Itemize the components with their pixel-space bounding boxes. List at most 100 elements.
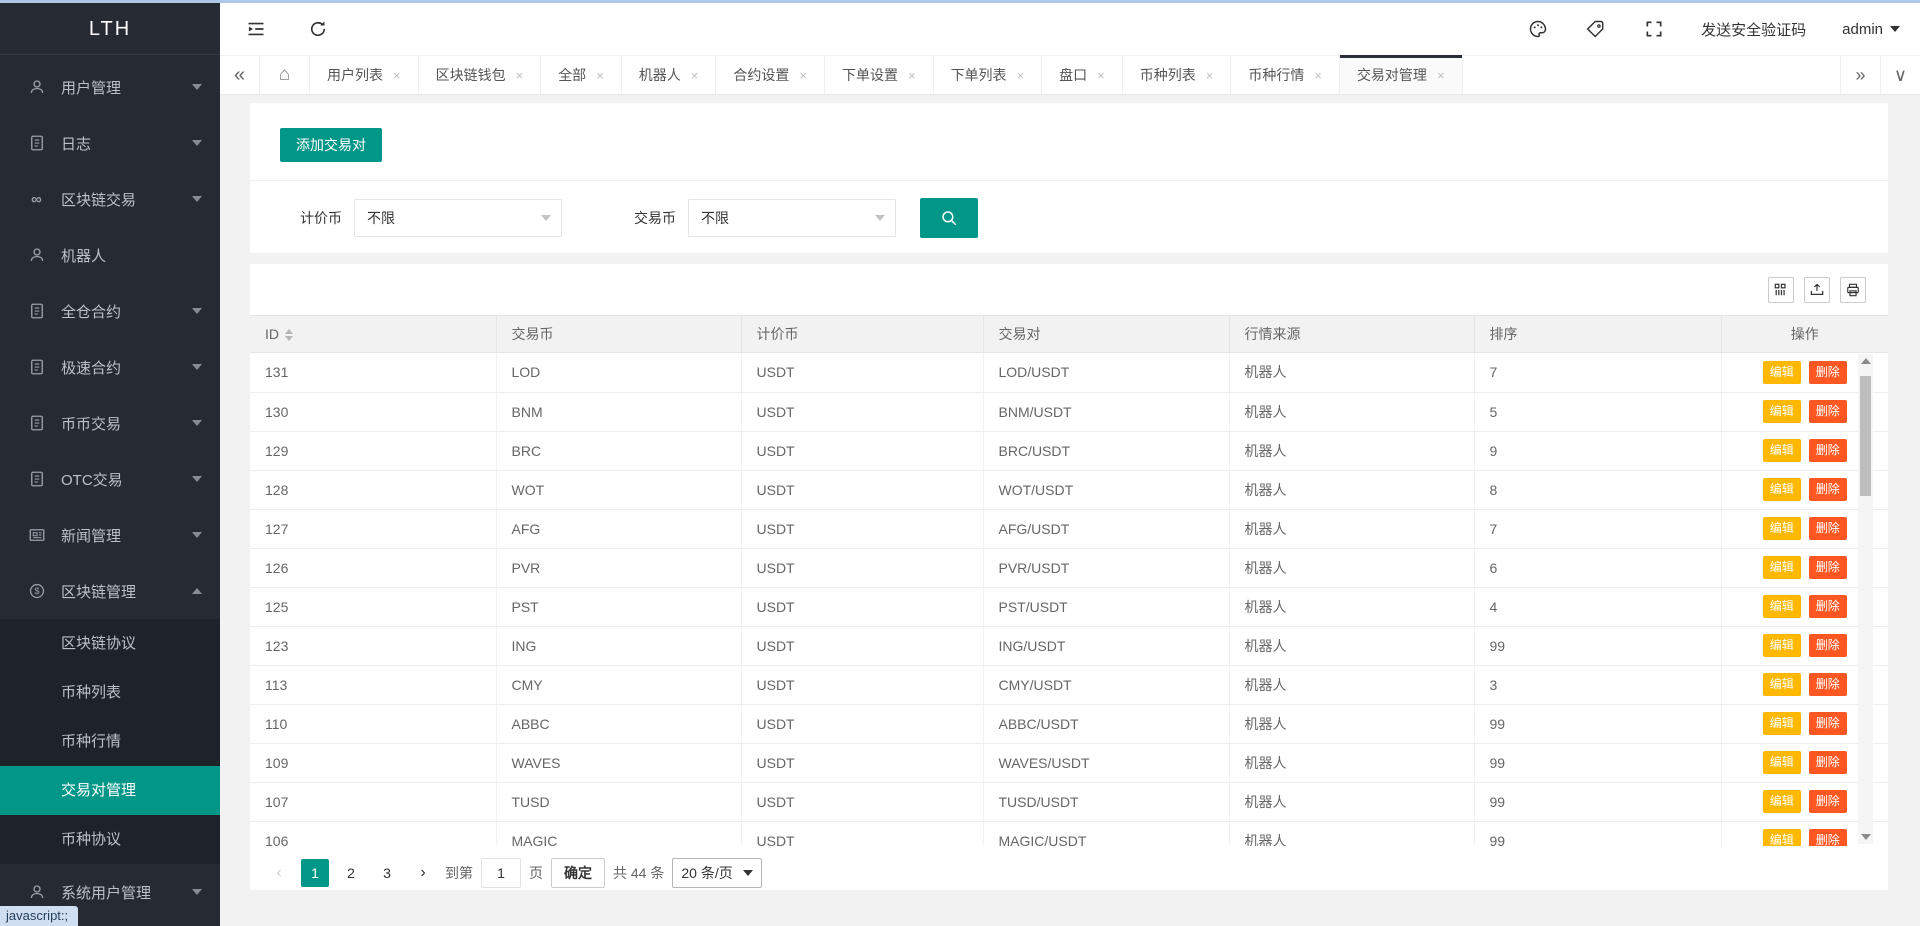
edit-button[interactable]: 编辑 xyxy=(1763,517,1801,540)
delete-button[interactable]: 删除 xyxy=(1809,790,1847,813)
close-tab-icon[interactable]: × xyxy=(799,68,807,83)
scroll-down-icon[interactable] xyxy=(1858,830,1873,844)
delete-button[interactable]: 删除 xyxy=(1809,751,1847,774)
tab-9[interactable]: 币种行情× xyxy=(1231,56,1340,94)
table-body-scroll-area[interactable]: 131LODUSDTLOD/USDT机器人7编辑删除130BNMUSDTBNM/… xyxy=(250,353,1888,846)
close-tab-icon[interactable]: × xyxy=(1097,68,1105,83)
tab-8[interactable]: 币种列表× xyxy=(1123,56,1232,94)
add-pair-button[interactable]: 添加交易对 xyxy=(280,128,382,162)
per-page-select[interactable]: 20 条/页 xyxy=(672,858,761,888)
tab-1[interactable]: 区块链钱包× xyxy=(419,56,542,94)
close-tab-icon[interactable]: × xyxy=(908,68,916,83)
scrollbar-thumb[interactable] xyxy=(1860,376,1871,496)
sidebar-item-4[interactable]: 全仓合约 xyxy=(0,283,220,339)
delete-button[interactable]: 删除 xyxy=(1809,361,1847,384)
home-tab-icon[interactable]: ⌂ xyxy=(260,56,310,94)
sidebar-subitem[interactable]: 币种行情 xyxy=(0,717,220,766)
edit-button[interactable]: 编辑 xyxy=(1763,712,1801,735)
edit-button[interactable]: 编辑 xyxy=(1763,556,1801,579)
close-tab-icon[interactable]: × xyxy=(1437,68,1445,83)
edit-button[interactable]: 编辑 xyxy=(1763,751,1801,774)
tabs-scroll-left-icon[interactable]: « xyxy=(220,56,260,94)
cell-id: 131 xyxy=(250,353,496,392)
sidebar-item-8[interactable]: 新闻管理 xyxy=(0,507,220,563)
tab-4[interactable]: 合约设置× xyxy=(716,56,825,94)
edit-button[interactable]: 编辑 xyxy=(1763,439,1801,462)
edit-button[interactable]: 编辑 xyxy=(1763,790,1801,813)
edit-button[interactable]: 编辑 xyxy=(1763,673,1801,696)
edit-button[interactable]: 编辑 xyxy=(1763,400,1801,423)
edit-button[interactable]: 编辑 xyxy=(1763,361,1801,384)
tab-5[interactable]: 下单设置× xyxy=(825,56,934,94)
delete-button[interactable]: 删除 xyxy=(1809,634,1847,657)
sidebar-subitem[interactable]: 区块链协议 xyxy=(0,619,220,668)
sidebar-subitem[interactable]: 币种协议 xyxy=(0,815,220,864)
tab-3[interactable]: 机器人× xyxy=(622,56,717,94)
sidebar-item-7[interactable]: OTC交易 xyxy=(0,451,220,507)
goto-page-input[interactable] xyxy=(481,858,521,888)
edit-button[interactable]: 编辑 xyxy=(1763,634,1801,657)
cell-sort: 7 xyxy=(1474,509,1721,548)
close-tab-icon[interactable]: × xyxy=(1206,68,1214,83)
sidebar-subitem-active[interactable]: 交易对管理 xyxy=(0,766,220,815)
tab-10-active[interactable]: 交易对管理× xyxy=(1340,56,1463,94)
tab-2[interactable]: 全部× xyxy=(541,56,622,94)
page-unit-label: 页 xyxy=(529,863,543,883)
search-button[interactable] xyxy=(920,198,978,238)
columns-filter-icon[interactable] xyxy=(1768,277,1794,303)
page-number-2[interactable]: 2 xyxy=(337,859,365,887)
close-tab-icon[interactable]: × xyxy=(691,68,699,83)
delete-button[interactable]: 删除 xyxy=(1809,556,1847,579)
edit-button[interactable]: 编辑 xyxy=(1763,595,1801,618)
tab-7[interactable]: 盘口× xyxy=(1042,56,1123,94)
close-tab-icon[interactable]: × xyxy=(1314,68,1322,83)
close-tab-icon[interactable]: × xyxy=(596,68,604,83)
user-menu[interactable]: admin xyxy=(1842,21,1900,38)
sidebar-item-9[interactable]: $区块链管理 xyxy=(0,563,220,619)
delete-button[interactable]: 删除 xyxy=(1809,517,1847,540)
tabs-menu-icon[interactable]: ∨ xyxy=(1880,56,1920,94)
tab-bar: « ⌂ 用户列表×区块链钱包×全部×机器人×合约设置×下单设置×下单列表×盘口×… xyxy=(220,55,1920,95)
sidebar-item-0[interactable]: 用户管理 xyxy=(0,59,220,115)
vertical-scrollbar[interactable] xyxy=(1858,354,1873,844)
delete-button[interactable]: 删除 xyxy=(1809,712,1847,735)
goto-confirm-button[interactable]: 确定 xyxy=(551,858,605,888)
menu-fold-icon[interactable] xyxy=(245,18,267,40)
fullscreen-icon[interactable] xyxy=(1643,18,1665,40)
sidebar-item-2[interactable]: ∞区块链交易 xyxy=(0,171,220,227)
scroll-up-icon[interactable] xyxy=(1858,354,1873,368)
table-row: 127AFGUSDTAFG/USDT机器人7编辑删除 xyxy=(250,509,1888,548)
delete-button[interactable]: 删除 xyxy=(1809,439,1847,462)
close-tab-icon[interactable]: × xyxy=(393,68,401,83)
delete-button[interactable]: 删除 xyxy=(1809,673,1847,696)
tab-0[interactable]: 用户列表× xyxy=(310,56,419,94)
refresh-icon[interactable] xyxy=(307,18,329,40)
close-tab-icon[interactable]: × xyxy=(516,68,524,83)
news-icon xyxy=(27,526,46,545)
sidebar-item-1[interactable]: 日志 xyxy=(0,115,220,171)
delete-button[interactable]: 删除 xyxy=(1809,595,1847,618)
tabs-scroll-right-icon[interactable]: » xyxy=(1840,56,1880,94)
tab-6[interactable]: 下单列表× xyxy=(934,56,1043,94)
sidebar-item-3[interactable]: 机器人 xyxy=(0,227,220,283)
sort-icon[interactable] xyxy=(285,329,293,341)
page-number-3[interactable]: 3 xyxy=(373,859,401,887)
sidebar-item-6[interactable]: 币币交易 xyxy=(0,395,220,451)
export-icon[interactable] xyxy=(1804,277,1830,303)
send-security-code-button[interactable]: 发送安全验证码 xyxy=(1701,19,1806,40)
delete-button[interactable]: 删除 xyxy=(1809,400,1847,423)
edit-button[interactable]: 编辑 xyxy=(1763,829,1801,846)
theme-palette-icon[interactable] xyxy=(1527,18,1549,40)
edit-button[interactable]: 编辑 xyxy=(1763,478,1801,501)
tag-icon[interactable] xyxy=(1585,18,1607,40)
trade-coin-select[interactable]: 不限 xyxy=(688,199,896,237)
quote-coin-select[interactable]: 不限 xyxy=(354,199,562,237)
sidebar-item-5[interactable]: 极速合约 xyxy=(0,339,220,395)
print-icon[interactable] xyxy=(1840,277,1866,303)
close-tab-icon[interactable]: × xyxy=(1017,68,1025,83)
next-page-icon[interactable]: › xyxy=(409,859,437,887)
column-header-0[interactable]: ID xyxy=(250,316,496,353)
sidebar-subitem[interactable]: 币种列表 xyxy=(0,668,220,717)
delete-button[interactable]: 删除 xyxy=(1809,478,1847,501)
delete-button[interactable]: 删除 xyxy=(1809,829,1847,846)
